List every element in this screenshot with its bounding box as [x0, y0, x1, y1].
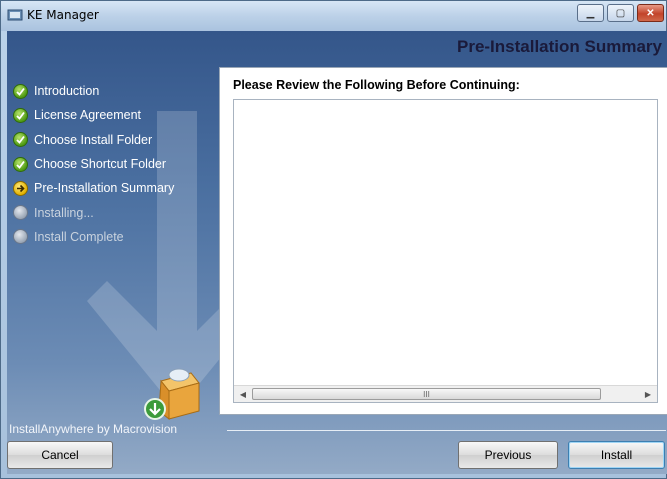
summary-heading: Please Review the Following Before Conti…: [233, 78, 520, 92]
minimize-button[interactable]: ▁: [577, 4, 604, 22]
checkmark-icon: [13, 83, 28, 99]
step-choose-install-folder: Choose Install Folder: [13, 128, 174, 152]
scroll-left-icon[interactable]: ◀: [236, 388, 250, 400]
step-label: Install Complete: [34, 229, 124, 244]
close-icon: ✕: [646, 7, 655, 19]
step-introduction: Introduction: [13, 79, 174, 103]
step-license-agreement: License Agreement: [13, 103, 174, 127]
summary-text-area[interactable]: ◀ III ▶: [233, 99, 658, 403]
page-title: Pre-Installation Summary: [456, 37, 662, 56]
cancel-button[interactable]: Cancel: [7, 441, 113, 469]
footer-divider: [227, 430, 666, 431]
steps-list: Introduction License Agreement Choose In…: [13, 79, 174, 249]
title-bar[interactable]: KE Manager ▁ ▢ ✕: [1, 1, 666, 31]
arrow-right-icon: [13, 180, 28, 196]
close-button[interactable]: ✕: [637, 4, 664, 22]
step-install-complete: Install Complete: [13, 225, 174, 249]
scrollbar-thumb[interactable]: III: [252, 388, 601, 400]
step-label: Pre-Installation Summary: [34, 181, 175, 196]
pending-circle-icon: [13, 229, 28, 245]
step-label: Choose Install Folder: [34, 132, 153, 147]
installer-box-icon: [144, 368, 200, 421]
app-icon: [7, 9, 23, 21]
installer-window: KE Manager ▁ ▢ ✕ Pre-Installation Summar…: [0, 0, 667, 479]
install-button[interactable]: Install: [568, 441, 665, 469]
installer-client-area: Pre-Installation Summary Introduction Li…: [7, 31, 667, 474]
step-label: Installing...: [34, 205, 94, 220]
step-label: Choose Shortcut Folder: [34, 157, 167, 172]
checkmark-icon: [13, 156, 28, 172]
caption-buttons: ▁ ▢ ✕: [577, 4, 664, 22]
maximize-icon: ▢: [615, 7, 626, 19]
horizontal-scrollbar[interactable]: ◀ III ▶: [234, 385, 657, 402]
minimize-icon: ▁: [586, 7, 595, 19]
brand-label: InstallAnywhere by Macrovision: [9, 422, 178, 436]
window-title: KE Manager: [27, 8, 99, 22]
scroll-right-icon[interactable]: ▶: [641, 388, 655, 400]
summary-panel: Please Review the Following Before Conti…: [219, 67, 667, 415]
step-label: Introduction: [34, 84, 100, 99]
step-label: License Agreement: [34, 108, 142, 123]
pending-circle-icon: [13, 205, 28, 221]
step-pre-installation-summary: Pre-Installation Summary: [13, 176, 174, 200]
previous-button[interactable]: Previous: [458, 441, 558, 469]
grip-icon: III: [423, 389, 430, 399]
checkmark-icon: [13, 132, 28, 148]
maximize-button[interactable]: ▢: [607, 4, 634, 22]
step-installing: Installing...: [13, 200, 174, 224]
step-choose-shortcut-folder: Choose Shortcut Folder: [13, 152, 174, 176]
checkmark-icon: [13, 107, 28, 123]
